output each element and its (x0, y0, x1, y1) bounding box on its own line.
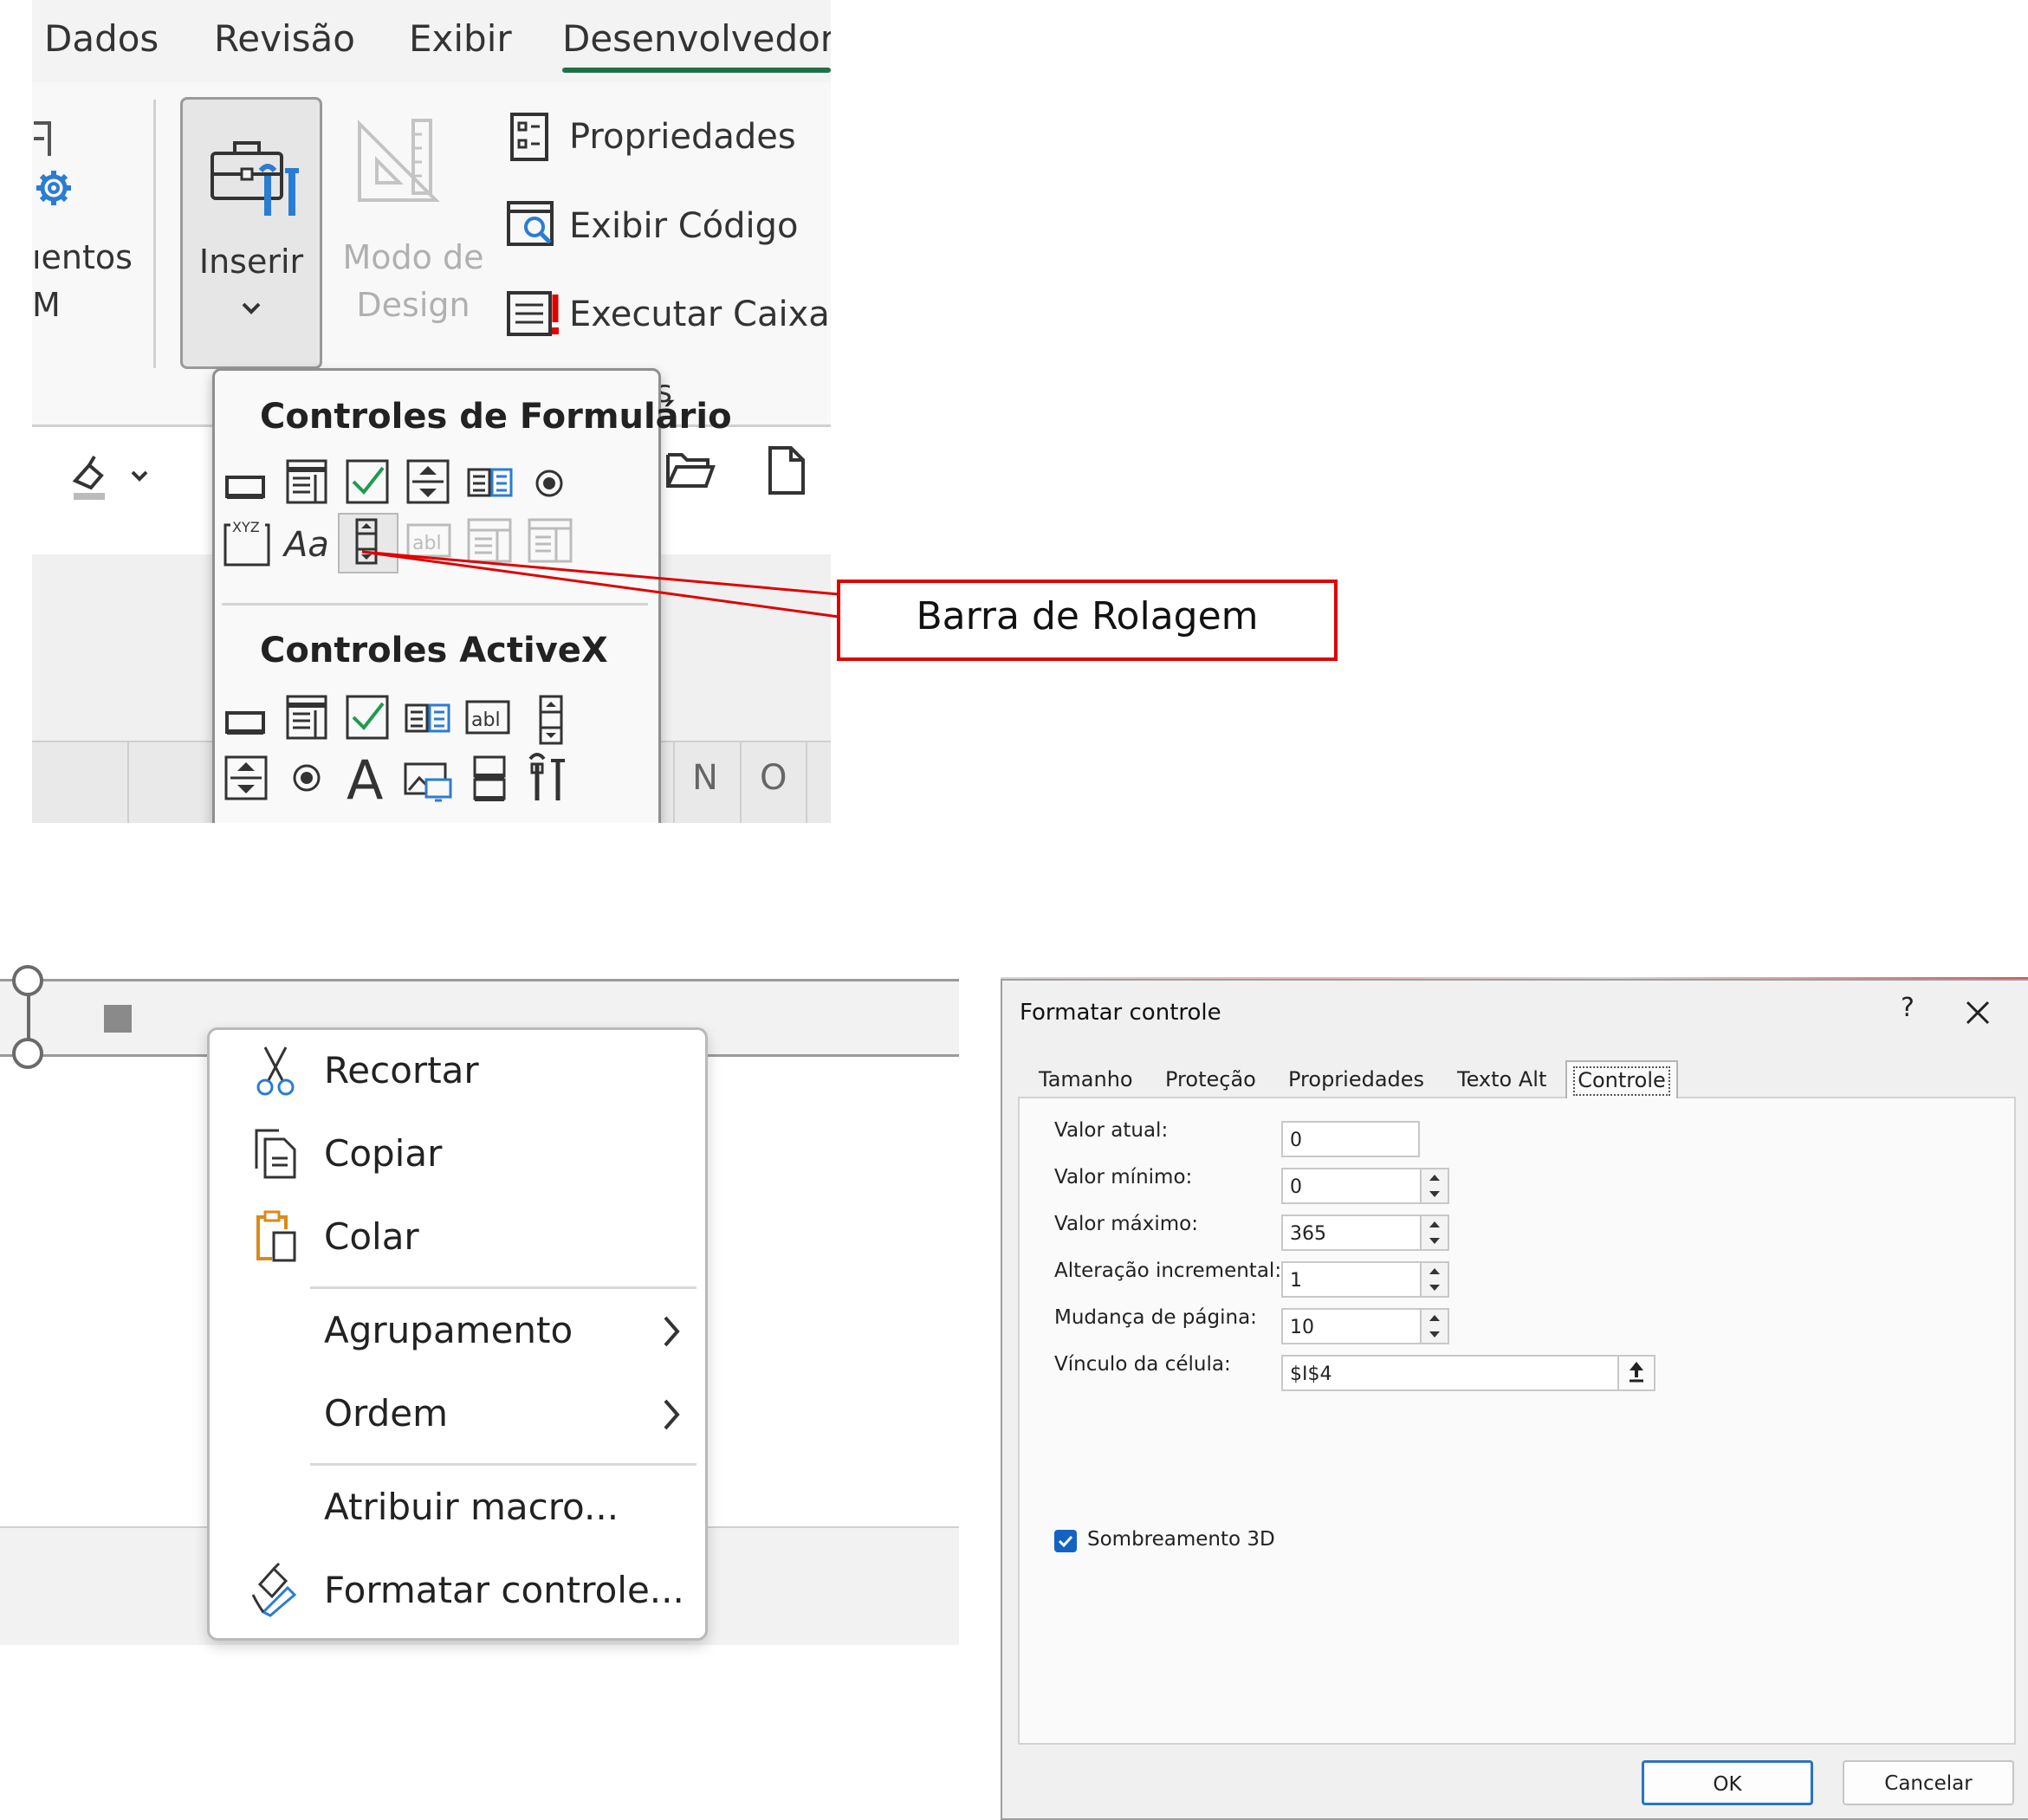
column-divider (127, 742, 129, 823)
menu-separator (310, 1286, 697, 1289)
activex-checkbox-icon[interactable] (345, 693, 390, 742)
checkmark-icon (1058, 1535, 1073, 1548)
sombreamento-3d-label[interactable]: Sombreamento 3D (1087, 1528, 1275, 1551)
activex-toggle-button-icon[interactable] (466, 754, 511, 802)
column-header-o[interactable]: O (760, 758, 787, 798)
spin-down-icon[interactable] (1422, 1279, 1448, 1296)
column-divider (740, 742, 742, 823)
activex-label-icon[interactable]: A (341, 750, 393, 807)
scroll-bar-thumb[interactable] (104, 1005, 132, 1033)
mudanca-de-pagina-spinner[interactable] (1420, 1308, 1449, 1344)
context-menu: Recortar Copiar Colar Agrupamento Ordem … (207, 1027, 708, 1641)
menu-item-colar[interactable]: Colar (210, 1196, 705, 1279)
column-divider (806, 742, 807, 823)
valor-atual-input[interactable]: 0 (1281, 1121, 1420, 1157)
menu-label-recortar: Recortar (324, 1049, 479, 1091)
activex-text-box-text: abl (471, 709, 501, 731)
tab-controle[interactable]: Controle (1565, 1060, 1678, 1098)
cancel-button[interactable]: Cancelar (1843, 1760, 2014, 1805)
spin-up-icon[interactable] (1422, 1263, 1448, 1279)
activex-spin-button-icon[interactable] (224, 754, 269, 802)
column-header-n[interactable]: N (692, 758, 718, 798)
vinculo-da-celula-input[interactable]: $I$4 (1281, 1355, 1619, 1391)
field-label-mudanca-de-pagina: Mudança de página: (1054, 1306, 1257, 1329)
callout-pointer (361, 550, 839, 619)
activex-image-icon[interactable] (402, 757, 454, 806)
sombreamento-3d-checkbox[interactable] (1054, 1530, 1077, 1552)
activex-combo-box-icon[interactable] (284, 693, 329, 742)
format-control-dialog: Formatar controle ? Tamanho Proteção Pro… (1001, 979, 2028, 1820)
tab-panel-controle: Valor atual: 0 Valor mínimo: 0 Valor máx… (1018, 1097, 2016, 1745)
activex-more-controls-icon[interactable] (523, 750, 568, 800)
menu-label-atribuir-macro: Atribuir macro... (324, 1486, 619, 1528)
spin-up-icon[interactable] (1422, 1310, 1448, 1326)
menu-item-copiar[interactable]: Copiar (210, 1113, 705, 1196)
menu-separator (310, 1463, 697, 1466)
close-icon[interactable] (1952, 991, 2004, 1034)
valor-minimo-spinner[interactable] (1420, 1168, 1449, 1204)
copy-icon (255, 1129, 296, 1179)
field-label-valor-maximo: Valor máximo: (1054, 1213, 1198, 1235)
column-divider (673, 742, 675, 823)
selection-handle-line (27, 993, 30, 1045)
format-control-icon (251, 1562, 297, 1617)
menu-item-agrupamento[interactable]: Agrupamento (210, 1290, 705, 1373)
menu-item-atribuir-macro[interactable]: Atribuir macro... (210, 1467, 705, 1550)
resize-handle-top[interactable] (12, 965, 43, 996)
menu-label-copiar: Copiar (324, 1132, 443, 1175)
help-button[interactable]: ? (1886, 993, 1929, 1031)
spin-up-icon[interactable] (1422, 1216, 1448, 1233)
ok-button[interactable]: OK (1642, 1760, 1813, 1805)
activex-label-text: A (347, 750, 383, 807)
activex-list-box-icon[interactable] (404, 693, 450, 742)
alteracao-incremental-spinner[interactable] (1420, 1261, 1449, 1298)
dialog-title: Formatar controle (1020, 1000, 1221, 1026)
chevron-right-icon (664, 1316, 680, 1347)
menu-label-formatar-controle: Formatar controle... (324, 1569, 684, 1611)
upload-arrow-icon (1630, 1362, 1643, 1383)
activex-option-button-icon[interactable] (284, 754, 329, 802)
collapse-dialog-button[interactable] (1617, 1355, 1655, 1391)
spin-down-icon[interactable] (1422, 1326, 1448, 1343)
menu-label-colar: Colar (324, 1215, 419, 1258)
alteracao-incremental-input[interactable]: 1 (1281, 1261, 1422, 1298)
activex-scroll-bar-icon[interactable] (527, 693, 572, 745)
field-label-valor-minimo: Valor mínimo: (1054, 1166, 1193, 1189)
activex-text-box-icon[interactable]: abl (464, 696, 510, 745)
menu-item-recortar[interactable]: Recortar (210, 1030, 705, 1113)
valor-maximo-spinner[interactable] (1420, 1214, 1449, 1251)
spin-down-icon[interactable] (1422, 1186, 1448, 1202)
callout-text: Barra de Rolagem (916, 594, 1259, 638)
valor-minimo-input[interactable]: 0 (1281, 1168, 1422, 1204)
tab-controle-label: Controle (1578, 1068, 1666, 1092)
menu-label-ordem: Ordem (324, 1392, 449, 1435)
spin-down-icon[interactable] (1422, 1233, 1448, 1249)
valor-maximo-input[interactable]: 365 (1281, 1214, 1422, 1251)
menu-item-ordem[interactable]: Ordem (210, 1373, 705, 1456)
paste-icon (256, 1210, 296, 1262)
scissors-icon (256, 1046, 295, 1096)
resize-handle-bottom[interactable] (12, 1038, 43, 1069)
mudanca-de-pagina-input[interactable]: 10 (1281, 1308, 1422, 1344)
field-label-alteracao-incremental: Alteração incremental: (1054, 1260, 1282, 1282)
activex-button-icon[interactable] (224, 697, 269, 746)
field-label-valor-atual: Valor atual: (1054, 1119, 1169, 1142)
menu-item-formatar-controle[interactable]: Formatar controle... (210, 1550, 705, 1633)
chevron-right-icon (664, 1399, 680, 1430)
menu-label-agrupamento: Agrupamento (324, 1309, 573, 1351)
field-label-vinculo-da-celula: Vínculo da célula: (1054, 1353, 1231, 1376)
spin-up-icon[interactable] (1422, 1169, 1448, 1186)
